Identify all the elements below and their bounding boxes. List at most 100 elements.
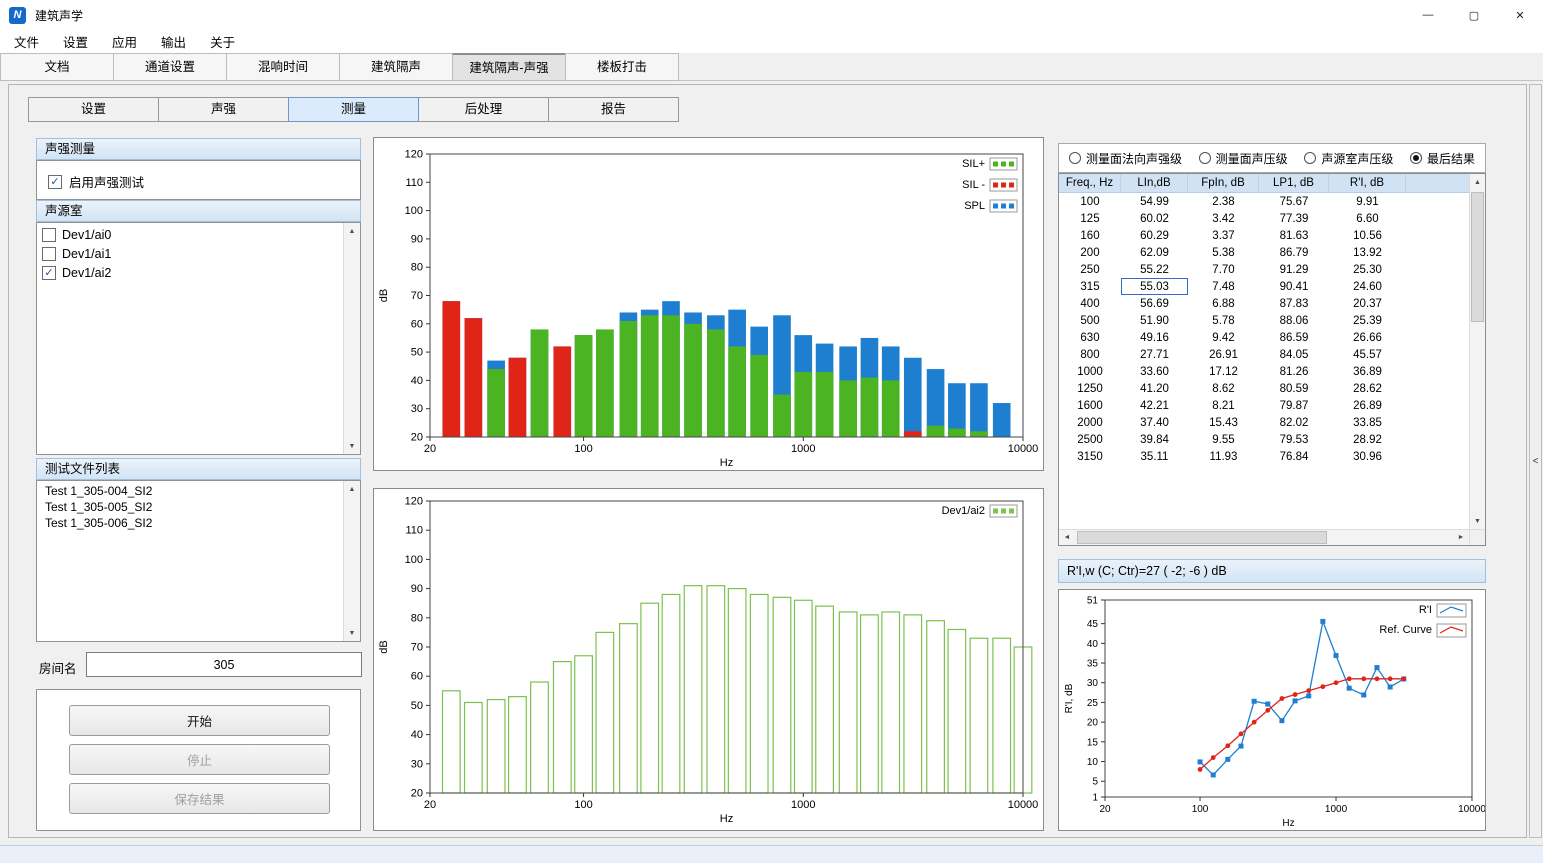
scrollbar-track[interactable] xyxy=(1075,530,1453,545)
table-cell[interactable]: 88.06 xyxy=(1259,312,1329,329)
main-tab-3[interactable]: 建筑隔声 xyxy=(339,53,453,81)
table-cell[interactable]: 26.66 xyxy=(1329,329,1406,346)
table-cell[interactable]: 35.11 xyxy=(1121,448,1188,465)
channel-item-2[interactable]: ✓Dev1/ai2 xyxy=(40,263,343,282)
radio-option-3[interactable]: 最后结果 xyxy=(1410,150,1475,167)
start-button[interactable]: 开始 xyxy=(69,705,330,736)
scroll-right-icon[interactable]: ► xyxy=(1453,530,1469,545)
main-tab-4[interactable]: 建筑隔声-声强 xyxy=(452,53,566,81)
table-cell[interactable]: 2500 xyxy=(1059,431,1121,448)
checkbox-checked-icon[interactable]: ✓ xyxy=(48,175,62,189)
table-cell[interactable]: 60.02 xyxy=(1121,210,1188,227)
table-cell[interactable]: 87.83 xyxy=(1259,295,1329,312)
save-results-button[interactable]: 保存结果 xyxy=(69,783,330,814)
table-cell[interactable]: 2000 xyxy=(1059,414,1121,431)
radio-option-2[interactable]: 声源室声压级 xyxy=(1304,150,1393,167)
table-cell[interactable]: 26.91 xyxy=(1188,346,1259,363)
channel-item-1[interactable]: Dev1/ai1 xyxy=(40,244,343,263)
table-cell[interactable]: 80.59 xyxy=(1259,380,1329,397)
sub-tab-2[interactable]: 测量 xyxy=(288,97,419,122)
table-row[interactable]: 31555.037.4890.4124.60 xyxy=(1059,278,1469,295)
column-header-2[interactable]: FpIn, dB xyxy=(1188,174,1259,192)
table-row[interactable]: 40056.696.8887.8320.37 xyxy=(1059,295,1469,312)
table-cell[interactable]: 39.84 xyxy=(1121,431,1188,448)
scroll-left-icon[interactable]: ◄ xyxy=(1059,530,1075,545)
collapse-panel-handle[interactable]: < xyxy=(1529,84,1542,838)
sub-tab-3[interactable]: 后处理 xyxy=(418,97,549,122)
table-cell[interactable]: 30.96 xyxy=(1329,448,1406,465)
radio-option-1[interactable]: 测量面声压级 xyxy=(1199,150,1288,167)
table-cell[interactable]: 56.69 xyxy=(1121,295,1188,312)
table-cell[interactable]: 6.88 xyxy=(1188,295,1259,312)
table-cell[interactable]: 42.21 xyxy=(1121,397,1188,414)
table-cell[interactable]: 90.41 xyxy=(1259,278,1329,295)
table-cell[interactable]: 20.37 xyxy=(1329,295,1406,312)
menu-item-1[interactable]: 设置 xyxy=(51,29,100,54)
table-row[interactable]: 160042.218.2179.8726.89 xyxy=(1059,397,1469,414)
table-row[interactable]: 50051.905.7888.0625.39 xyxy=(1059,312,1469,329)
table-cell[interactable]: 3150 xyxy=(1059,448,1121,465)
scroll-up-icon[interactable]: ▲ xyxy=(344,481,360,497)
scroll-up-icon[interactable]: ▲ xyxy=(1470,174,1485,190)
checkbox-unchecked-icon[interactable] xyxy=(42,247,56,261)
table-cell[interactable]: 9.55 xyxy=(1188,431,1259,448)
file-list-scrollbar[interactable]: ▲ ▼ xyxy=(343,481,360,641)
table-cell[interactable]: 800 xyxy=(1059,346,1121,363)
channel-item-0[interactable]: Dev1/ai0 xyxy=(40,225,343,244)
table-cell[interactable]: 45.57 xyxy=(1329,346,1406,363)
column-header-3[interactable]: LP1, dB xyxy=(1259,174,1329,192)
table-cell[interactable]: 28.62 xyxy=(1329,380,1406,397)
table-cell[interactable]: 6.60 xyxy=(1329,210,1406,227)
table-cell[interactable]: 41.20 xyxy=(1121,380,1188,397)
table-cell[interactable]: 37.40 xyxy=(1121,414,1188,431)
close-icon[interactable]: ✕ xyxy=(1497,0,1543,30)
table-cell[interactable]: 62.09 xyxy=(1121,244,1188,261)
sub-tab-1[interactable]: 声强 xyxy=(158,97,289,122)
scrollbar-thumb[interactable] xyxy=(1471,192,1484,322)
table-cell[interactable]: 315 xyxy=(1059,278,1121,295)
table-cell[interactable]: 200 xyxy=(1059,244,1121,261)
sub-tab-4[interactable]: 报告 xyxy=(548,97,679,122)
room-name-input[interactable] xyxy=(86,652,362,677)
table-cell[interactable]: 54.99 xyxy=(1121,193,1188,210)
table-cell[interactable]: 77.39 xyxy=(1259,210,1329,227)
table-row[interactable]: 20062.095.3886.7913.92 xyxy=(1059,244,1469,261)
file-list-item-1[interactable]: Test 1_305-005_SI2 xyxy=(40,499,343,515)
main-tab-5[interactable]: 楼板打击 xyxy=(565,53,679,81)
table-cell[interactable]: 79.87 xyxy=(1259,397,1329,414)
table-cell[interactable]: 2.38 xyxy=(1188,193,1259,210)
menu-item-4[interactable]: 关于 xyxy=(198,29,247,54)
scroll-down-icon[interactable]: ▼ xyxy=(344,625,360,641)
checkbox-checked-icon[interactable]: ✓ xyxy=(42,266,56,280)
table-row[interactable]: 25055.227.7091.2925.30 xyxy=(1059,261,1469,278)
table-cell[interactable]: 24.60 xyxy=(1329,278,1406,295)
maximize-icon[interactable]: ▢ xyxy=(1451,0,1497,30)
table-cell[interactable]: 11.93 xyxy=(1188,448,1259,465)
table-cell[interactable]: 1000 xyxy=(1059,363,1121,380)
table-cell[interactable]: 3.37 xyxy=(1188,227,1259,244)
scrollbar-thumb[interactable] xyxy=(1077,531,1327,544)
table-cell[interactable]: 5.78 xyxy=(1188,312,1259,329)
scrollbar-track[interactable] xyxy=(344,497,360,625)
table-cell[interactable]: 7.70 xyxy=(1188,261,1259,278)
table-row[interactable]: 100033.6017.1281.2636.89 xyxy=(1059,363,1469,380)
table-cell[interactable]: 26.89 xyxy=(1329,397,1406,414)
column-header-1[interactable]: LIn,dB xyxy=(1121,174,1188,192)
table-row[interactable]: 125041.208.6280.5928.62 xyxy=(1059,380,1469,397)
table-cell[interactable]: 400 xyxy=(1059,295,1121,312)
table-cell[interactable]: 49.16 xyxy=(1121,329,1188,346)
main-tab-1[interactable]: 通道设置 xyxy=(113,53,227,81)
table-cell[interactable]: 75.67 xyxy=(1259,193,1329,210)
table-row[interactable]: 250039.849.5579.5328.92 xyxy=(1059,431,1469,448)
table-row[interactable]: 200037.4015.4382.0233.85 xyxy=(1059,414,1469,431)
table-cell[interactable]: 81.63 xyxy=(1259,227,1329,244)
table-cell[interactable]: 9.91 xyxy=(1329,193,1406,210)
table-cell[interactable]: 25.30 xyxy=(1329,261,1406,278)
table-cell[interactable]: 1250 xyxy=(1059,380,1121,397)
table-cell[interactable]: 250 xyxy=(1059,261,1121,278)
table-cell[interactable]: 86.79 xyxy=(1259,244,1329,261)
radio-option-0[interactable]: 测量面法向声强级 xyxy=(1069,150,1182,167)
channel-list-scrollbar[interactable]: ▲ ▼ xyxy=(343,223,360,454)
table-vertical-scrollbar[interactable]: ▲ ▼ xyxy=(1469,174,1485,529)
table-row[interactable]: 63049.169.4286.5926.66 xyxy=(1059,329,1469,346)
